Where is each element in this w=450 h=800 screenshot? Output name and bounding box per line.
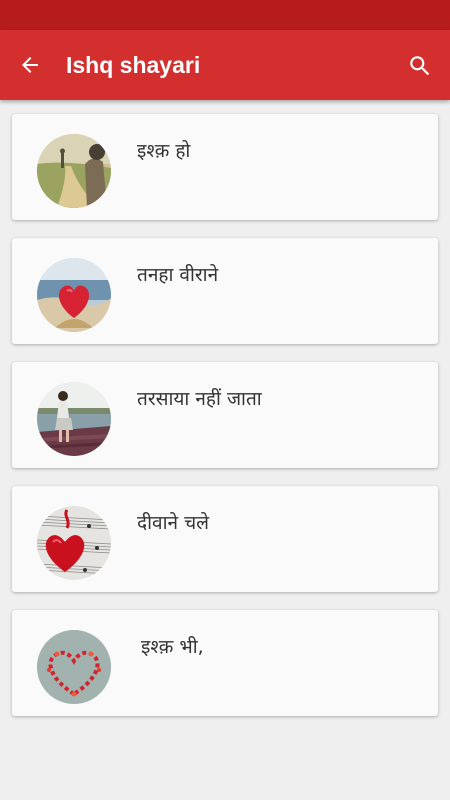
page-title: Ishq shayari: [66, 52, 201, 78]
girl-on-pier-image: [37, 382, 111, 456]
heart-on-sheet-music-image: [37, 506, 111, 580]
search-icon: [410, 56, 430, 76]
list-item-title: तनहा वीराने: [137, 264, 219, 286]
list-item-title: तरसाया नहीं जाता: [137, 388, 262, 410]
list-item-title: दीवाने चले: [137, 512, 210, 534]
app-bar: Ishq shayari: [0, 30, 450, 100]
couple-on-path-image: [37, 134, 111, 208]
list-item[interactable]: तनहा वीराने: [12, 238, 438, 344]
list-item[interactable]: इश्क़ हो: [12, 114, 438, 220]
list-item[interactable]: दीवाने चले: [12, 486, 438, 592]
back-button[interactable]: [14, 49, 46, 81]
list-item[interactable]: तरसाया नहीं जाता: [12, 362, 438, 468]
rose-petal-heart-image: [37, 630, 111, 704]
red-heart-on-beach-image: [37, 258, 111, 332]
search-button[interactable]: [403, 49, 437, 83]
list-item-title: इश्क़ भी,: [141, 636, 204, 658]
status-bar: [0, 0, 450, 30]
arrow-back-icon: [22, 57, 38, 73]
list-item-title: इश्क़ हो: [137, 140, 191, 162]
list-item[interactable]: इश्क़ भी,: [12, 610, 438, 716]
